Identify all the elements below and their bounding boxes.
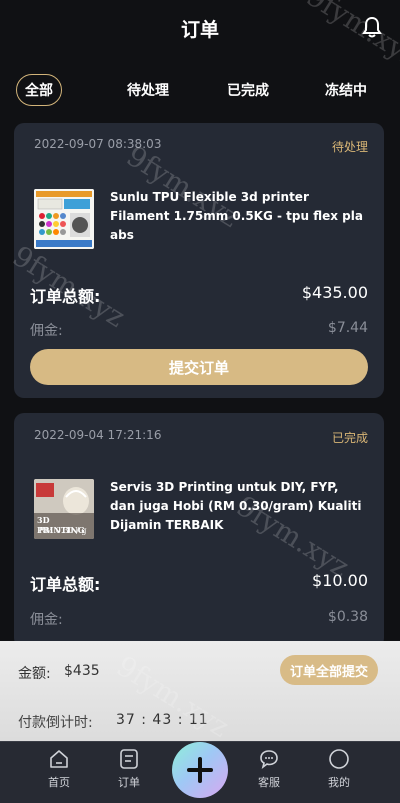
payment-summary: 金额: $435 订单全部提交 付款倒计时: 37 : 43 : 11: [0, 641, 400, 741]
order-card: 2022-09-07 08:38:03 待处理 Sunlu TPU Flexib…: [14, 123, 384, 398]
create-order-fab[interactable]: [172, 742, 228, 798]
nav-item-home[interactable]: 首页: [29, 748, 89, 790]
order-total-value: $10.00: [312, 571, 368, 590]
header-bar: 订单: [0, 0, 400, 56]
status-badge: 已完成: [331, 431, 368, 445]
product-title: Sunlu TPU Flexible 3d printer Filament 1…: [110, 190, 363, 242]
order-total-label: 订单总额:: [30, 575, 101, 594]
thumb-price: RM 0.30 / g: [39, 526, 87, 535]
amount-value: $435: [64, 663, 100, 679]
order-card: 2022-09-04 17:21:16 已完成 3D PRINTING RM 0…: [14, 413, 384, 648]
amount-label: 金额:: [18, 666, 51, 682]
nav-label: 首页: [48, 776, 70, 789]
submit-all-orders-button[interactable]: 订单全部提交: [279, 655, 378, 685]
commission-label: 佣金:: [30, 612, 63, 628]
chat-icon: [260, 750, 278, 769]
nav-item-support[interactable]: 客服: [239, 748, 299, 790]
plus-icon: [187, 757, 213, 783]
commission-label: 佣金:: [30, 323, 63, 339]
tab-pending[interactable]: 待处理: [120, 74, 176, 106]
nav-label: 客服: [258, 776, 280, 789]
nav-item-orders[interactable]: 订单: [99, 748, 159, 790]
page-title: 订单: [180, 18, 219, 41]
bell-icon[interactable]: [362, 16, 382, 38]
profile-icon: [329, 749, 349, 769]
commission-value: $0.38: [327, 609, 368, 625]
nav-label: 我的: [328, 776, 350, 789]
status-tabs: 全部 待处理 已完成 冻结中: [0, 74, 400, 108]
product-image: [34, 189, 94, 249]
tab-frozen[interactable]: 冻结中: [318, 74, 374, 106]
nav-item-profile[interactable]: 我的: [309, 748, 369, 790]
order-date: 2022-09-04 17:21:16: [34, 428, 162, 442]
product-image: 3D PRINTING RM 0.30 / g: [34, 479, 94, 539]
nav-label: 订单: [118, 776, 140, 789]
order-total-value: $435.00: [301, 283, 368, 302]
filament-product-picture: [34, 189, 94, 249]
countdown-label: 付款倒计时:: [18, 715, 93, 731]
countdown-value: 37 : 43 : 11: [116, 712, 209, 728]
home-icon: [50, 750, 68, 768]
tab-completed[interactable]: 已完成: [220, 74, 276, 106]
product-title: Servis 3D Printing untuk DIY, FYP, dan j…: [110, 480, 362, 532]
commission-value: $7.44: [327, 320, 368, 336]
submit-order-button[interactable]: 提交订单: [30, 349, 368, 385]
order-date: 2022-09-07 08:38:03: [34, 137, 162, 151]
orders-icon: [120, 749, 138, 769]
tab-all[interactable]: 全部: [16, 74, 62, 106]
order-total-label: 订单总额:: [30, 287, 101, 306]
status-badge: 待处理: [331, 140, 368, 154]
